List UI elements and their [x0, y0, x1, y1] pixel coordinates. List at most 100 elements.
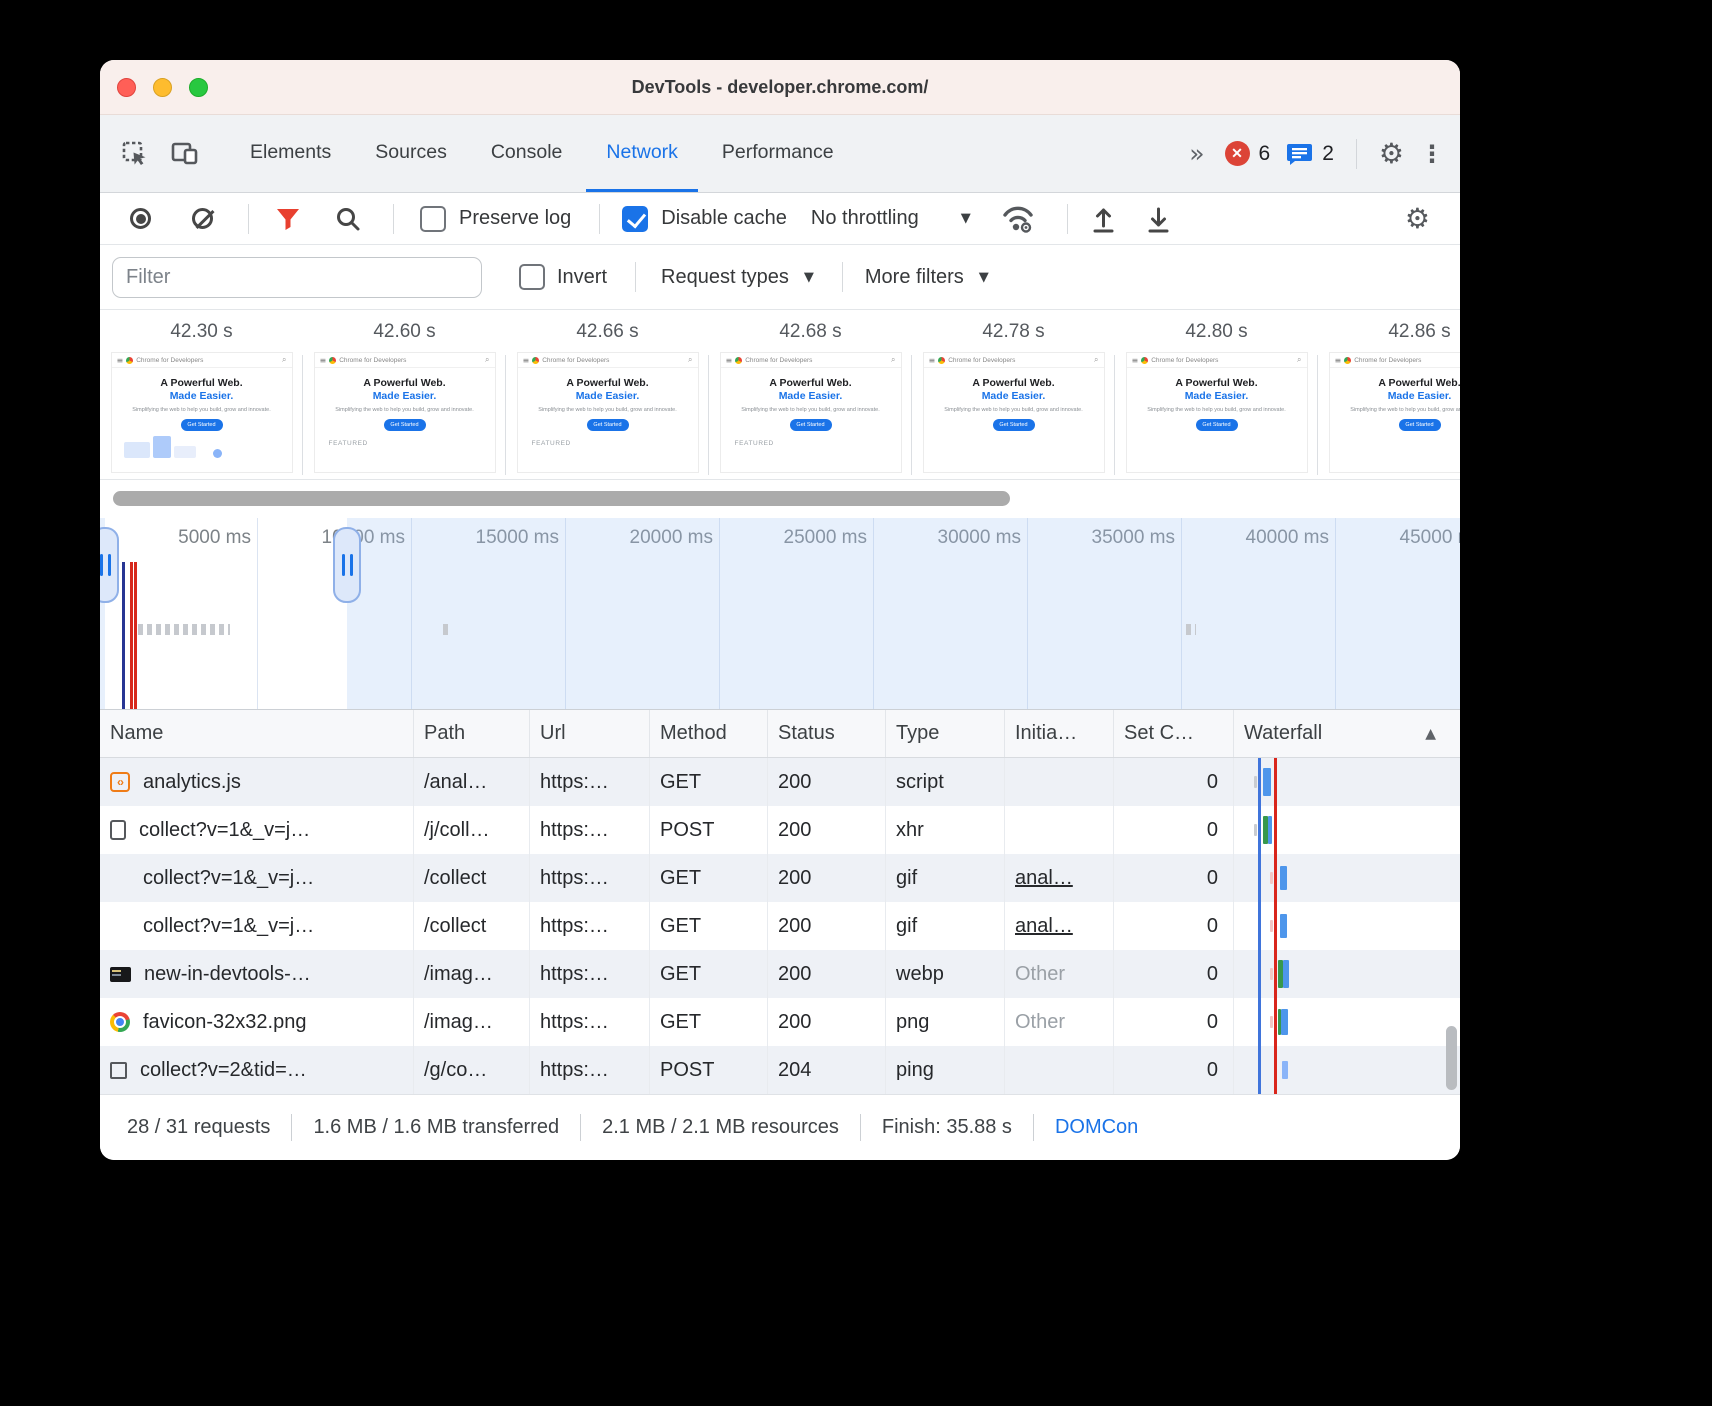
throttling-select[interactable]: No throttling: [811, 207, 919, 230]
table-row[interactable]: collect?v=1&_v=j…/collecthttps:…GET200gi…: [100, 854, 1460, 902]
zoom-window-button[interactable]: [189, 78, 208, 97]
cell-type[interactable]: png: [886, 998, 1005, 1046]
tab-console[interactable]: Console: [471, 115, 583, 192]
cell-name[interactable]: collect?v=1&_v=j…: [100, 902, 414, 950]
table-scrollbar-thumb[interactable]: [1446, 1026, 1457, 1090]
cell-type[interactable]: ping: [886, 1046, 1005, 1094]
cell-name[interactable]: collect?v=2&tid=…: [100, 1046, 414, 1094]
column-header-waterfall[interactable]: Waterfall▲: [1234, 710, 1460, 757]
cell-set-cookies[interactable]: 0: [1114, 806, 1234, 854]
customize-menu-button[interactable]: ⋮: [1420, 140, 1444, 168]
cell-status[interactable]: 200: [768, 950, 886, 998]
cell-method[interactable]: GET: [650, 902, 768, 950]
cell-waterfall[interactable]: [1234, 758, 1460, 806]
cell-path[interactable]: /g/co…: [414, 1046, 530, 1094]
tab-elements[interactable]: Elements: [230, 115, 351, 192]
cell-initiator[interactable]: anal…: [1005, 854, 1114, 902]
cell-waterfall[interactable]: [1234, 950, 1460, 998]
cell-name[interactable]: favicon-32x32.png: [100, 998, 414, 1046]
cell-url[interactable]: https:…: [530, 758, 650, 806]
cell-name[interactable]: ‹›analytics.js: [100, 758, 414, 806]
cell-path[interactable]: /j/coll…: [414, 806, 530, 854]
cell-type[interactable]: gif: [886, 854, 1005, 902]
invert-checkbox[interactable]: [519, 264, 545, 290]
filmstrip-frame[interactable]: 42.30 s≡Chrome for Developers⌕A Powerful…: [100, 310, 303, 479]
table-row[interactable]: collect?v=1&_v=j…/j/coll…https:…POST200x…: [100, 806, 1460, 854]
cell-status[interactable]: 200: [768, 998, 886, 1046]
column-header-status[interactable]: Status: [768, 710, 886, 757]
toggle-device-toolbar-button[interactable]: [166, 136, 202, 172]
filmstrip-frame[interactable]: 42.60 s≡Chrome for Developers⌕A Powerful…: [303, 310, 506, 479]
filmstrip-frame[interactable]: 42.66 s≡Chrome for Developers⌕A Powerful…: [506, 310, 709, 479]
filmstrip-frame[interactable]: 42.68 s≡Chrome for Developers⌕A Powerful…: [709, 310, 912, 479]
cell-url[interactable]: https:…: [530, 806, 650, 854]
column-header-method[interactable]: Method: [650, 710, 768, 757]
cell-waterfall[interactable]: [1234, 806, 1460, 854]
network-conditions-button[interactable]: [1001, 204, 1037, 234]
request-types-select[interactable]: Request types: [661, 266, 789, 289]
search-button[interactable]: [335, 206, 361, 232]
tab-performance[interactable]: Performance: [702, 115, 854, 192]
cell-method[interactable]: POST: [650, 1046, 768, 1094]
minimize-window-button[interactable]: [153, 78, 172, 97]
cell-waterfall[interactable]: [1234, 854, 1460, 902]
column-header-initia[interactable]: Initia…: [1005, 710, 1114, 757]
record-network-log-button[interactable]: [130, 208, 151, 229]
column-header-type[interactable]: Type: [886, 710, 1005, 757]
cell-waterfall[interactable]: [1234, 902, 1460, 950]
cell-url[interactable]: https:…: [530, 950, 650, 998]
inspect-element-button[interactable]: [116, 136, 152, 172]
disable-cache-checkbox[interactable]: [622, 206, 648, 232]
clear-network-log-button[interactable]: [192, 208, 213, 229]
tab-sources[interactable]: Sources: [355, 115, 467, 192]
preserve-log-checkbox[interactable]: [420, 206, 446, 232]
cell-type[interactable]: script: [886, 758, 1005, 806]
network-settings-gear-button[interactable]: ⚙: [1405, 202, 1430, 235]
cell-status[interactable]: 200: [768, 758, 886, 806]
column-header-url[interactable]: Url: [530, 710, 650, 757]
settings-gear-button[interactable]: ⚙: [1379, 137, 1404, 170]
cell-waterfall[interactable]: [1234, 1046, 1460, 1094]
cell-status[interactable]: 200: [768, 902, 886, 950]
cell-path[interactable]: /collect: [414, 854, 530, 902]
cell-method[interactable]: POST: [650, 806, 768, 854]
table-row[interactable]: new-in-devtools-…/imag…https:…GET200webp…: [100, 950, 1460, 998]
filmstrip-frame[interactable]: 42.80 s≡Chrome for Developers⌕A Powerful…: [1115, 310, 1318, 479]
cell-set-cookies[interactable]: 0: [1114, 1046, 1234, 1094]
more-filters-dropdown-arrow-icon[interactable]: ▼: [979, 270, 989, 285]
cell-set-cookies[interactable]: 0: [1114, 758, 1234, 806]
close-window-button[interactable]: [117, 78, 136, 97]
more-tabs-button[interactable]: »: [1185, 139, 1208, 168]
cell-set-cookies[interactable]: 0: [1114, 950, 1234, 998]
cell-initiator[interactable]: [1005, 1046, 1114, 1094]
filmstrip-scrollbar-thumb[interactable]: [113, 491, 1010, 506]
cell-url[interactable]: https:…: [530, 902, 650, 950]
cell-initiator[interactable]: anal…: [1005, 902, 1114, 950]
table-row[interactable]: ‹›analytics.js/anal…https:…GET200script0: [100, 758, 1460, 806]
cell-status[interactable]: 200: [768, 854, 886, 902]
cell-method[interactable]: GET: [650, 950, 768, 998]
cell-status[interactable]: 200: [768, 806, 886, 854]
tab-network[interactable]: Network: [586, 115, 698, 192]
cell-url[interactable]: https:…: [530, 998, 650, 1046]
cell-name[interactable]: collect?v=1&_v=j…: [100, 806, 414, 854]
throttling-dropdown-arrow-icon[interactable]: ▼: [961, 211, 971, 226]
cell-url[interactable]: https:…: [530, 854, 650, 902]
cell-status[interactable]: 204: [768, 1046, 886, 1094]
export-har-button[interactable]: [1145, 205, 1172, 233]
request-types-dropdown-arrow-icon[interactable]: ▼: [804, 270, 814, 285]
cell-path[interactable]: /anal…: [414, 758, 530, 806]
cell-name[interactable]: new-in-devtools-…: [100, 950, 414, 998]
table-row[interactable]: collect?v=1&_v=j…/collecthttps:…GET200gi…: [100, 902, 1460, 950]
filmstrip-scrollbar-track[interactable]: [100, 480, 1460, 518]
cell-initiator[interactable]: Other: [1005, 998, 1114, 1046]
cell-type[interactable]: gif: [886, 902, 1005, 950]
initiator-link[interactable]: anal…: [1015, 915, 1073, 938]
filmstrip-frame[interactable]: 42.86 s≡Chrome for Developers⌕A Powerful…: [1318, 310, 1460, 479]
cell-type[interactable]: xhr: [886, 806, 1005, 854]
cell-initiator[interactable]: [1005, 806, 1114, 854]
filmstrip-frame[interactable]: 42.78 s≡Chrome for Developers⌕A Powerful…: [912, 310, 1115, 479]
overview-left-handle[interactable]: [100, 527, 119, 603]
cell-set-cookies[interactable]: 0: [1114, 902, 1234, 950]
table-row[interactable]: collect?v=2&tid=…/g/co…https:…POST204pin…: [100, 1046, 1460, 1094]
